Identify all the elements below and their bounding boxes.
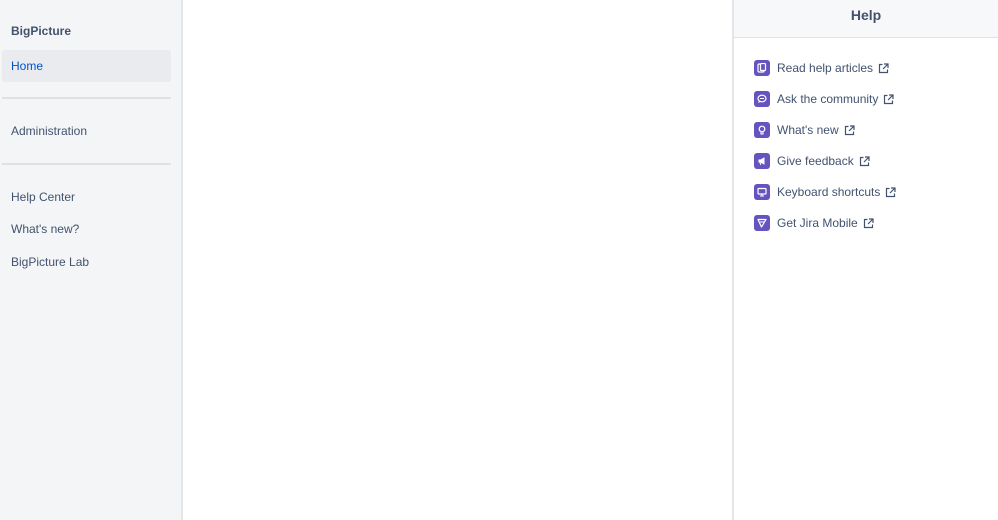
- megaphone-icon: [754, 153, 770, 169]
- sidebar-item-administration[interactable]: Administration: [2, 115, 171, 147]
- help-item-get-jira-mobile[interactable]: Get Jira Mobile: [754, 214, 874, 232]
- help-item-whats-new[interactable]: What's new: [754, 121, 855, 139]
- sidebar-item-home[interactable]: Home: [2, 50, 171, 82]
- sidebar-item-help-center[interactable]: Help Center: [2, 181, 171, 213]
- sidebar-divider: [2, 163, 171, 165]
- main-content: [183, 0, 732, 520]
- help-panel-title: Help: [734, 0, 998, 38]
- chat-icon: [754, 91, 770, 107]
- help-item-label: Read help articles: [777, 61, 874, 75]
- external-link-icon: [844, 124, 855, 136]
- help-item-label: Give feedback: [777, 154, 854, 168]
- help-item-give-feedback[interactable]: Give feedback: [754, 152, 870, 170]
- external-link-icon: [878, 62, 889, 74]
- external-link-icon: [863, 217, 874, 229]
- external-link-icon: [859, 155, 870, 167]
- help-item-label: Keyboard shortcuts: [777, 185, 881, 199]
- help-item-keyboard-shortcuts[interactable]: Keyboard shortcuts: [754, 183, 896, 201]
- app-window: BigPicture Home Administration Help Cent…: [0, 0, 998, 520]
- help-item-label: Get Jira Mobile: [777, 216, 858, 230]
- external-link-icon: [883, 93, 894, 105]
- lightbulb-icon: [754, 122, 770, 138]
- send-icon: [754, 215, 770, 231]
- external-link-icon: [885, 186, 896, 198]
- sidebar-divider: [2, 97, 171, 99]
- help-item-label: Ask the community: [777, 92, 879, 106]
- help-panel: Help Read help articles Ask the communit…: [732, 0, 998, 520]
- sidebar-item-bigpicture-lab[interactable]: BigPicture Lab: [2, 246, 171, 278]
- help-item-ask-community[interactable]: Ask the community: [754, 90, 894, 108]
- monitor-icon: [754, 184, 770, 200]
- help-item-label: What's new: [777, 123, 839, 137]
- sidebar-title: BigPicture: [11, 24, 72, 38]
- help-item-read-articles[interactable]: Read help articles: [754, 59, 889, 77]
- sidebar: BigPicture Home Administration Help Cent…: [0, 0, 183, 520]
- sidebar-item-whats-new[interactable]: What's new?: [2, 213, 171, 245]
- document-icon: [754, 60, 770, 76]
